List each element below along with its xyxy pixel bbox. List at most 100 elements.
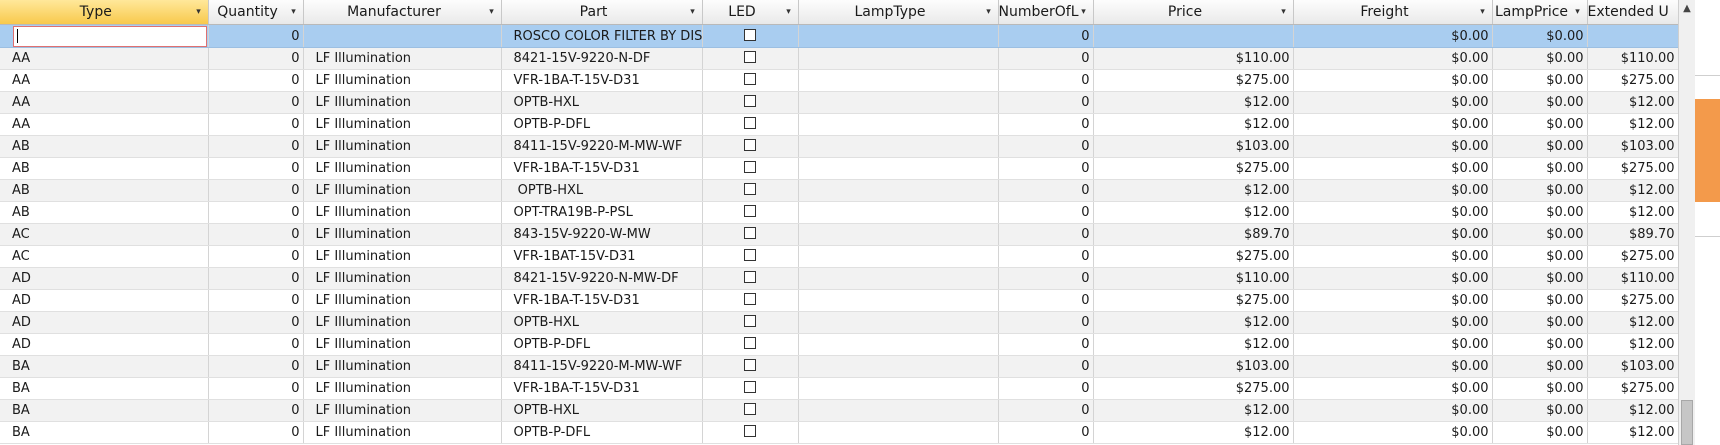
cell-quantity[interactable]: 0 (208, 113, 304, 136)
cell-manufacturer[interactable]: LF Illumination (303, 157, 502, 180)
cell-extended[interactable]: $275.00 (1587, 245, 1678, 268)
cell-manufacturer[interactable]: LF Illumination (303, 47, 502, 70)
column-header-price[interactable]: Price ▾ (1093, 0, 1294, 25)
cell-freight[interactable]: $0.00 (1293, 201, 1493, 224)
cell-numberof[interactable]: 0 (998, 267, 1094, 290)
cell-extended[interactable]: $89.70 (1587, 223, 1678, 246)
cell-lampprice[interactable]: $0.00 (1492, 24, 1588, 48)
cell-numberof[interactable]: 0 (998, 113, 1094, 136)
cell-part[interactable]: ROSCO COLOR FILTER BY DIS (501, 24, 703, 48)
cell-lamptype[interactable] (798, 223, 999, 246)
cell-price[interactable]: $103.00 (1093, 355, 1294, 378)
checkbox-icon[interactable] (744, 337, 756, 349)
cell-led[interactable] (702, 157, 799, 180)
cell-manufacturer[interactable]: LF Illumination (303, 289, 502, 312)
cell-lamptype[interactable] (798, 179, 999, 202)
cell-lamptype[interactable] (798, 355, 999, 378)
cell-extended[interactable]: $12.00 (1587, 91, 1678, 114)
cell-price[interactable]: $275.00 (1093, 289, 1294, 312)
cell-freight[interactable]: $0.00 (1293, 69, 1493, 92)
cell-type[interactable]: AA (0, 113, 209, 136)
cell-quantity[interactable]: 0 (208, 201, 304, 224)
cell-price[interactable]: $275.00 (1093, 69, 1294, 92)
cell-extended[interactable]: $110.00 (1587, 47, 1678, 70)
cell-quantity[interactable]: 0 (208, 47, 304, 70)
cell-extended[interactable]: $275.00 (1587, 69, 1678, 92)
cell-quantity[interactable]: 0 (208, 311, 304, 334)
checkbox-icon[interactable] (744, 51, 756, 63)
checkbox-icon[interactable] (744, 381, 756, 393)
cell-lampprice[interactable]: $0.00 (1492, 245, 1588, 268)
cell-quantity[interactable]: 0 (208, 179, 304, 202)
column-header-manufacturer[interactable]: Manufacturer ▾ (303, 0, 502, 25)
cell-numberof[interactable]: 0 (998, 289, 1094, 312)
cell-lampprice[interactable]: $0.00 (1492, 69, 1588, 92)
cell-manufacturer[interactable]: LF Illumination (303, 135, 502, 158)
table-row[interactable]: AB 0 LF Illumination VFR-1BA-T-15V-D31 0 $275… (0, 157, 1678, 180)
table-row[interactable]: BA 0 LF Illumination OPTB-P-DFL 0 $12.00 $0.00… (0, 421, 1678, 444)
cell-part[interactable]: VFR-1BA-T-15V-D31 (501, 289, 703, 312)
checkbox-icon[interactable] (744, 227, 756, 239)
cell-price[interactable]: $110.00 (1093, 267, 1294, 290)
cell-manufacturer[interactable] (303, 24, 502, 48)
cell-extended[interactable]: $12.00 (1587, 399, 1678, 422)
cell-price[interactable]: $12.00 (1093, 333, 1294, 356)
column-header-lampprice[interactable]: LampPrice ▾ (1492, 0, 1588, 25)
cell-type[interactable]: BA (0, 355, 209, 378)
cell-manufacturer[interactable]: LF Illumination (303, 355, 502, 378)
cell-led[interactable] (702, 201, 799, 224)
cell-led[interactable] (702, 223, 799, 246)
cell-price[interactable]: $12.00 (1093, 91, 1294, 114)
cell-manufacturer[interactable]: LF Illumination (303, 91, 502, 114)
cell-lampprice[interactable]: $0.00 (1492, 113, 1588, 136)
cell-type[interactable]: AD (0, 333, 209, 356)
column-header-extended[interactable]: Extended U (1587, 0, 1678, 25)
cell-part[interactable]: VFR-1BA-T-15V-D31 (501, 377, 703, 400)
cell-led[interactable] (702, 245, 799, 268)
cell-lamptype[interactable] (798, 333, 999, 356)
cell-lampprice[interactable]: $0.00 (1492, 223, 1588, 246)
cell-manufacturer[interactable]: LF Illumination (303, 377, 502, 400)
cell-lampprice[interactable]: $0.00 (1492, 135, 1588, 158)
cell-lamptype[interactable] (798, 69, 999, 92)
chevron-down-icon[interactable]: ▾ (1279, 0, 1289, 24)
table-row[interactable]: AB 0 LF Illumination 8411-15V-9220-M-MW-WF 0… (0, 135, 1678, 158)
cell-type[interactable]: AC (0, 245, 209, 268)
cell-price[interactable]: $12.00 (1093, 179, 1294, 202)
cell-lampprice[interactable]: $0.00 (1492, 421, 1588, 444)
cell-extended[interactable]: $103.00 (1587, 355, 1678, 378)
cell-quantity[interactable]: 0 (208, 267, 304, 290)
table-row[interactable]: BA 0 LF Illumination VFR-1BA-T-15V-D31 0 $275… (0, 377, 1678, 400)
cell-lampprice[interactable]: $0.00 (1492, 91, 1588, 114)
checkbox-icon[interactable] (744, 359, 756, 371)
checkbox-icon[interactable] (744, 403, 756, 415)
cell-freight[interactable]: $0.00 (1293, 157, 1493, 180)
cell-price[interactable]: $12.00 (1093, 399, 1294, 422)
cell-extended[interactable]: $12.00 (1587, 201, 1678, 224)
cell-price[interactable]: $12.00 (1093, 311, 1294, 334)
cell-manufacturer[interactable]: LF Illumination (303, 399, 502, 422)
cell-part[interactable]: OPTB-HXL (501, 399, 703, 422)
table-row[interactable]: AD 0 LF Illumination VFR-1BA-T-15V-D31 0 $275… (0, 289, 1678, 312)
cell-price[interactable]: $110.00 (1093, 47, 1294, 70)
checkbox-icon[interactable] (744, 315, 756, 327)
cell-part[interactable]: VFR-1BAT-15V-D31 (501, 245, 703, 268)
cell-type[interactable]: AD (0, 289, 209, 312)
checkbox-icon[interactable] (744, 425, 756, 437)
cell-lamptype[interactable] (798, 91, 999, 114)
cell-lampprice[interactable]: $0.00 (1492, 399, 1588, 422)
cell-manufacturer[interactable]: LF Illumination (303, 201, 502, 224)
cell-freight[interactable]: $0.00 (1293, 267, 1493, 290)
column-header-numberof[interactable]: NumberOfL ▾ (998, 0, 1094, 25)
checkbox-icon[interactable] (744, 205, 756, 217)
cell-quantity[interactable]: 0 (208, 91, 304, 114)
cell-manufacturer[interactable]: LF Illumination (303, 223, 502, 246)
chevron-down-icon[interactable]: ▾ (984, 0, 994, 24)
cell-part[interactable]: 8421-15V-9220-N-DF (501, 47, 703, 70)
cell-part[interactable]: OPTB-P-DFL (501, 421, 703, 444)
cell-quantity[interactable]: 0 (208, 69, 304, 92)
cell-numberof[interactable]: 0 (998, 245, 1094, 268)
cell-manufacturer[interactable]: LF Illumination (303, 311, 502, 334)
cell-numberof[interactable]: 0 (998, 355, 1094, 378)
cell-quantity[interactable]: 0 (208, 223, 304, 246)
